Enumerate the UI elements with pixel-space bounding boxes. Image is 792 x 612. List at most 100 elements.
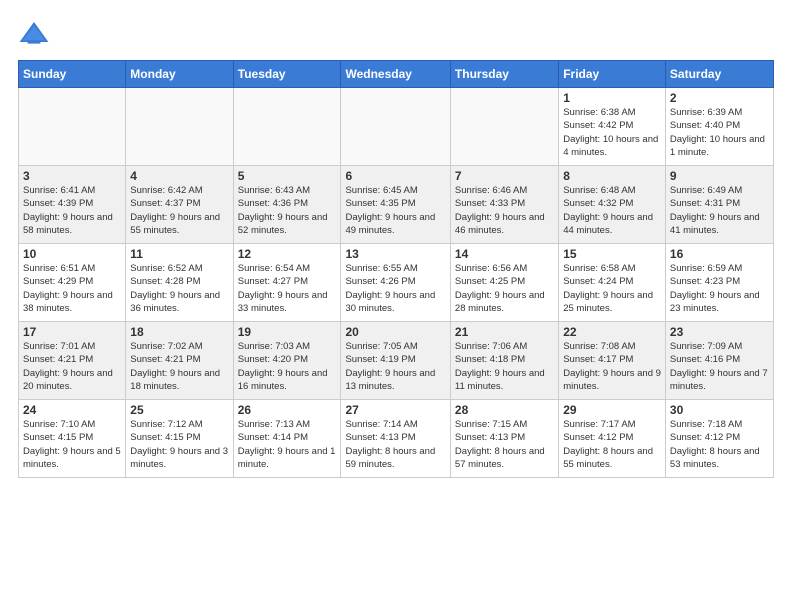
day-info: Sunrise: 6:46 AM Sunset: 4:33 PM Dayligh… [455, 184, 554, 237]
day-info: Sunrise: 7:13 AM Sunset: 4:14 PM Dayligh… [238, 418, 337, 471]
day-number: 3 [23, 169, 121, 183]
calendar-week-5: 24Sunrise: 7:10 AM Sunset: 4:15 PM Dayli… [19, 400, 774, 478]
calendar-cell: 21Sunrise: 7:06 AM Sunset: 4:18 PM Dayli… [450, 322, 558, 400]
calendar-cell: 18Sunrise: 7:02 AM Sunset: 4:21 PM Dayli… [126, 322, 233, 400]
day-number: 15 [563, 247, 661, 261]
day-number: 9 [670, 169, 769, 183]
calendar-header-monday: Monday [126, 61, 233, 88]
calendar-cell: 22Sunrise: 7:08 AM Sunset: 4:17 PM Dayli… [559, 322, 666, 400]
calendar-cell: 4Sunrise: 6:42 AM Sunset: 4:37 PM Daylig… [126, 166, 233, 244]
calendar-cell: 30Sunrise: 7:18 AM Sunset: 4:12 PM Dayli… [665, 400, 773, 478]
day-number: 10 [23, 247, 121, 261]
day-info: Sunrise: 6:59 AM Sunset: 4:23 PM Dayligh… [670, 262, 769, 315]
day-info: Sunrise: 7:09 AM Sunset: 4:16 PM Dayligh… [670, 340, 769, 393]
calendar-header-sunday: Sunday [19, 61, 126, 88]
day-info: Sunrise: 7:05 AM Sunset: 4:19 PM Dayligh… [345, 340, 445, 393]
logo [18, 18, 56, 50]
day-number: 24 [23, 403, 121, 417]
calendar-cell: 24Sunrise: 7:10 AM Sunset: 4:15 PM Dayli… [19, 400, 126, 478]
day-info: Sunrise: 7:03 AM Sunset: 4:20 PM Dayligh… [238, 340, 337, 393]
day-number: 12 [238, 247, 337, 261]
day-number: 13 [345, 247, 445, 261]
day-info: Sunrise: 7:02 AM Sunset: 4:21 PM Dayligh… [130, 340, 228, 393]
day-number: 2 [670, 91, 769, 105]
day-number: 18 [130, 325, 228, 339]
day-info: Sunrise: 7:01 AM Sunset: 4:21 PM Dayligh… [23, 340, 121, 393]
calendar-cell: 16Sunrise: 6:59 AM Sunset: 4:23 PM Dayli… [665, 244, 773, 322]
calendar-cell: 17Sunrise: 7:01 AM Sunset: 4:21 PM Dayli… [19, 322, 126, 400]
calendar-cell [341, 88, 450, 166]
calendar-cell: 26Sunrise: 7:13 AM Sunset: 4:14 PM Dayli… [233, 400, 341, 478]
calendar-cell [19, 88, 126, 166]
calendar-header-friday: Friday [559, 61, 666, 88]
day-number: 4 [130, 169, 228, 183]
day-info: Sunrise: 7:08 AM Sunset: 4:17 PM Dayligh… [563, 340, 661, 393]
calendar-cell: 2Sunrise: 6:39 AM Sunset: 4:40 PM Daylig… [665, 88, 773, 166]
day-number: 22 [563, 325, 661, 339]
calendar-cell [126, 88, 233, 166]
calendar-week-2: 3Sunrise: 6:41 AM Sunset: 4:39 PM Daylig… [19, 166, 774, 244]
day-info: Sunrise: 7:12 AM Sunset: 4:15 PM Dayligh… [130, 418, 228, 471]
day-info: Sunrise: 6:56 AM Sunset: 4:25 PM Dayligh… [455, 262, 554, 315]
day-number: 5 [238, 169, 337, 183]
day-info: Sunrise: 7:18 AM Sunset: 4:12 PM Dayligh… [670, 418, 769, 471]
calendar-header-thursday: Thursday [450, 61, 558, 88]
calendar-cell: 13Sunrise: 6:55 AM Sunset: 4:26 PM Dayli… [341, 244, 450, 322]
day-info: Sunrise: 6:38 AM Sunset: 4:42 PM Dayligh… [563, 106, 661, 159]
calendar-cell [450, 88, 558, 166]
calendar-cell: 3Sunrise: 6:41 AM Sunset: 4:39 PM Daylig… [19, 166, 126, 244]
page: SundayMondayTuesdayWednesdayThursdayFrid… [0, 0, 792, 488]
calendar-header-row: SundayMondayTuesdayWednesdayThursdayFrid… [19, 61, 774, 88]
day-number: 30 [670, 403, 769, 417]
logo-icon [18, 18, 50, 50]
day-number: 8 [563, 169, 661, 183]
day-number: 16 [670, 247, 769, 261]
day-number: 29 [563, 403, 661, 417]
day-info: Sunrise: 6:54 AM Sunset: 4:27 PM Dayligh… [238, 262, 337, 315]
calendar-cell: 10Sunrise: 6:51 AM Sunset: 4:29 PM Dayli… [19, 244, 126, 322]
calendar-header-tuesday: Tuesday [233, 61, 341, 88]
day-number: 20 [345, 325, 445, 339]
calendar-cell [233, 88, 341, 166]
day-info: Sunrise: 6:39 AM Sunset: 4:40 PM Dayligh… [670, 106, 769, 159]
day-info: Sunrise: 6:48 AM Sunset: 4:32 PM Dayligh… [563, 184, 661, 237]
calendar-week-4: 17Sunrise: 7:01 AM Sunset: 4:21 PM Dayli… [19, 322, 774, 400]
day-number: 27 [345, 403, 445, 417]
day-info: Sunrise: 7:06 AM Sunset: 4:18 PM Dayligh… [455, 340, 554, 393]
header [18, 18, 774, 50]
calendar-cell: 14Sunrise: 6:56 AM Sunset: 4:25 PM Dayli… [450, 244, 558, 322]
day-number: 21 [455, 325, 554, 339]
day-info: Sunrise: 6:55 AM Sunset: 4:26 PM Dayligh… [345, 262, 445, 315]
calendar-cell: 15Sunrise: 6:58 AM Sunset: 4:24 PM Dayli… [559, 244, 666, 322]
calendar: SundayMondayTuesdayWednesdayThursdayFrid… [18, 60, 774, 478]
day-number: 28 [455, 403, 554, 417]
day-info: Sunrise: 7:10 AM Sunset: 4:15 PM Dayligh… [23, 418, 121, 471]
calendar-cell: 25Sunrise: 7:12 AM Sunset: 4:15 PM Dayli… [126, 400, 233, 478]
calendar-cell: 1Sunrise: 6:38 AM Sunset: 4:42 PM Daylig… [559, 88, 666, 166]
calendar-cell: 27Sunrise: 7:14 AM Sunset: 4:13 PM Dayli… [341, 400, 450, 478]
calendar-cell: 12Sunrise: 6:54 AM Sunset: 4:27 PM Dayli… [233, 244, 341, 322]
day-info: Sunrise: 7:15 AM Sunset: 4:13 PM Dayligh… [455, 418, 554, 471]
calendar-cell: 23Sunrise: 7:09 AM Sunset: 4:16 PM Dayli… [665, 322, 773, 400]
day-info: Sunrise: 6:41 AM Sunset: 4:39 PM Dayligh… [23, 184, 121, 237]
day-info: Sunrise: 6:51 AM Sunset: 4:29 PM Dayligh… [23, 262, 121, 315]
calendar-cell: 5Sunrise: 6:43 AM Sunset: 4:36 PM Daylig… [233, 166, 341, 244]
day-info: Sunrise: 6:45 AM Sunset: 4:35 PM Dayligh… [345, 184, 445, 237]
day-number: 19 [238, 325, 337, 339]
day-info: Sunrise: 6:49 AM Sunset: 4:31 PM Dayligh… [670, 184, 769, 237]
calendar-week-1: 1Sunrise: 6:38 AM Sunset: 4:42 PM Daylig… [19, 88, 774, 166]
day-info: Sunrise: 6:43 AM Sunset: 4:36 PM Dayligh… [238, 184, 337, 237]
day-info: Sunrise: 7:17 AM Sunset: 4:12 PM Dayligh… [563, 418, 661, 471]
day-number: 17 [23, 325, 121, 339]
day-info: Sunrise: 6:52 AM Sunset: 4:28 PM Dayligh… [130, 262, 228, 315]
day-number: 11 [130, 247, 228, 261]
day-number: 7 [455, 169, 554, 183]
calendar-header-saturday: Saturday [665, 61, 773, 88]
day-number: 14 [455, 247, 554, 261]
day-number: 26 [238, 403, 337, 417]
calendar-week-3: 10Sunrise: 6:51 AM Sunset: 4:29 PM Dayli… [19, 244, 774, 322]
day-number: 6 [345, 169, 445, 183]
day-number: 23 [670, 325, 769, 339]
calendar-cell: 6Sunrise: 6:45 AM Sunset: 4:35 PM Daylig… [341, 166, 450, 244]
calendar-cell: 7Sunrise: 6:46 AM Sunset: 4:33 PM Daylig… [450, 166, 558, 244]
